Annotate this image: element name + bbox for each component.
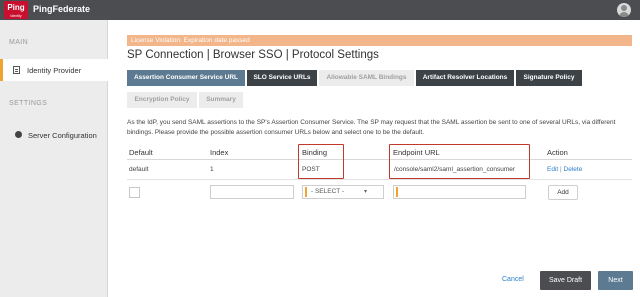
sidebar-item-server-configuration[interactable]: Server Configuration <box>0 124 108 146</box>
page-title: SP Connection | Browser SSO | Protocol S… <box>127 49 379 61</box>
user-avatar-icon[interactable] <box>617 3 631 17</box>
delete-link[interactable]: Delete <box>564 166 583 173</box>
ping-logo[interactable]: Ping Identity <box>4 1 28 19</box>
binding-column-highlight <box>298 144 344 179</box>
avatar-head <box>621 5 627 11</box>
logo-text: Ping <box>7 3 25 12</box>
product-name: PingFederate <box>33 4 91 14</box>
license-alert-banner: License Violation: Expiration date passe… <box>127 35 632 46</box>
sidebar: MAIN Identity Provider SETTINGS Server C… <box>0 20 108 297</box>
description-text: As the IdP, you send SAML assertions to … <box>127 119 616 136</box>
save-draft-button[interactable]: Save Draft <box>540 271 591 290</box>
table-row-divider <box>127 179 632 180</box>
chevron-down-icon: ▾ <box>363 189 367 195</box>
column-header-index: Index <box>210 148 229 157</box>
cell-index: 1 <box>210 166 214 173</box>
endpoint-url-input[interactable] <box>393 185 526 199</box>
binding-select-value: - SELECT - <box>311 188 345 195</box>
edit-link[interactable]: Edit <box>547 166 558 173</box>
tab-signature-policy[interactable]: Signature Policy <box>516 70 582 86</box>
sidebar-section-settings: SETTINGS <box>9 100 48 107</box>
binding-select[interactable]: - SELECT - ▾ <box>302 185 384 199</box>
required-indicator <box>396 187 398 197</box>
logo-subtext: Identity <box>10 14 22 18</box>
index-input[interactable] <box>210 185 294 199</box>
sidebar-section-main: MAIN <box>9 39 29 46</box>
cell-actions: Edit | Delete <box>547 166 582 173</box>
required-indicator <box>305 187 307 197</box>
sidebar-item-identity-provider[interactable]: Identity Provider <box>0 59 108 81</box>
column-header-default: Default <box>129 148 153 157</box>
table-header-divider <box>127 159 632 160</box>
sidebar-item-label: Identity Provider <box>27 66 82 75</box>
tab-allowable-saml-bindings: Allowable SAML Bindings <box>319 70 414 86</box>
cancel-button[interactable]: Cancel <box>502 276 524 283</box>
action-separator: | <box>560 166 562 173</box>
add-button[interactable]: Add <box>548 185 578 200</box>
document-icon <box>13 66 20 74</box>
cell-default: default <box>129 166 149 173</box>
tab-encryption-policy: Encryption Policy <box>127 92 197 108</box>
endpoint-url-column-highlight <box>389 144 530 179</box>
tab-slo-service-urls[interactable]: SLO Service URLs <box>247 70 317 86</box>
tab-artifact-resolver-locations[interactable]: Artifact Resolver Locations <box>416 70 514 86</box>
default-checkbox[interactable] <box>129 187 140 198</box>
sidebar-item-label: Server Configuration <box>28 131 97 140</box>
avatar-body <box>619 12 629 17</box>
tab-assertion-consumer-service-url[interactable]: Assertion Consumer Service URL <box>127 70 245 86</box>
next-button[interactable]: Next <box>598 271 633 290</box>
tab-summary: Summary <box>199 92 243 108</box>
top-bar: Ping Identity PingFederate <box>0 0 640 20</box>
gear-icon <box>15 131 22 138</box>
column-header-action: Action <box>547 148 568 157</box>
